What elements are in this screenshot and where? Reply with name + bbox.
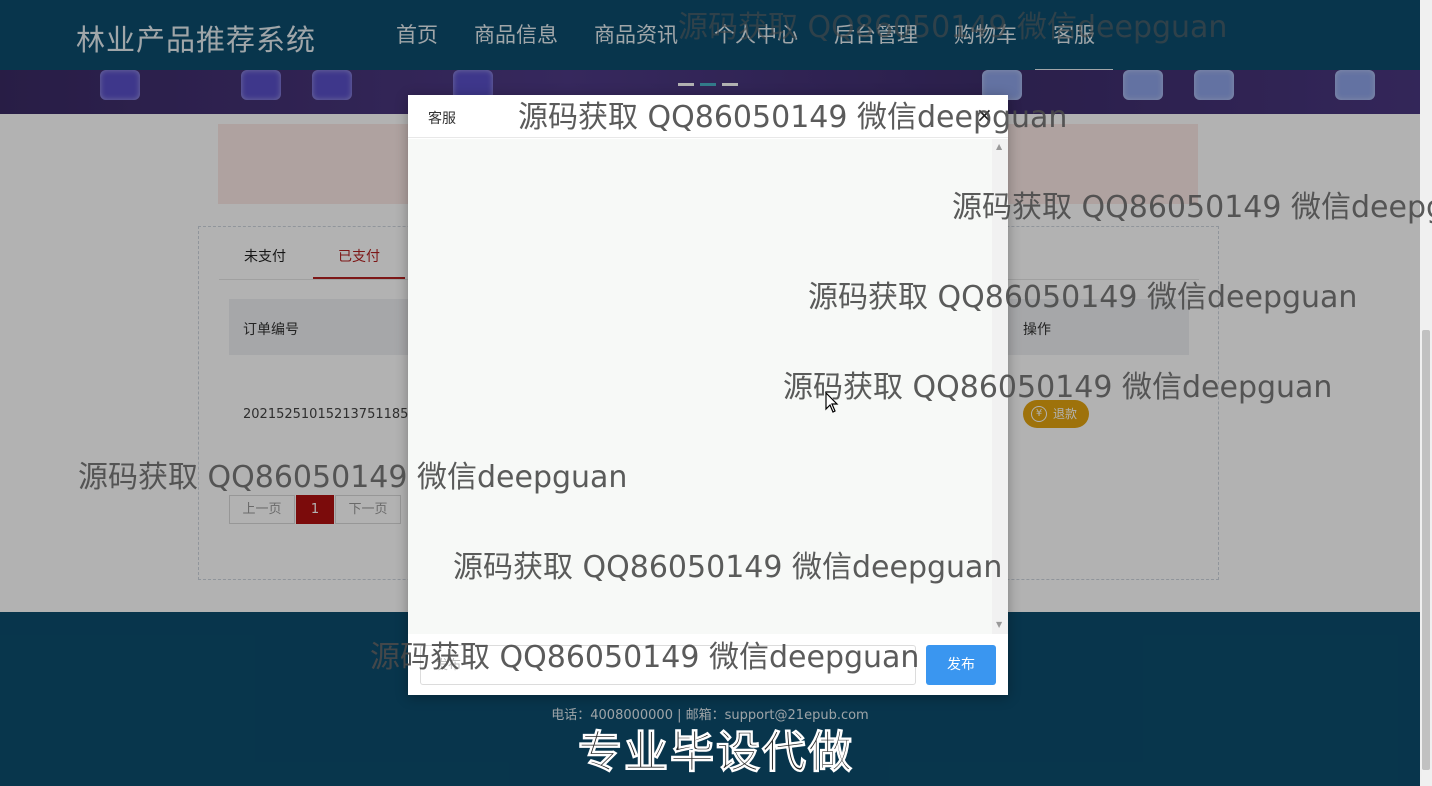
footer-logo-text: 专业毕设代做 — [578, 727, 854, 779]
page-scrollbar[interactable] — [1420, 0, 1432, 786]
watermark-text: 源码获取 QQ86050149 微信deepguan — [678, 10, 1228, 45]
scroll-up-icon[interactable]: ▲ — [996, 142, 1002, 151]
watermark-text: 源码获取 QQ86050149 微信deepguan — [808, 280, 1358, 315]
page-scrollbar-thumb[interactable] — [1422, 330, 1430, 770]
watermark-text: 源码获取 QQ86050149 微信deepguan — [518, 100, 1068, 135]
scroll-down-icon[interactable]: ▼ — [996, 620, 1002, 629]
watermark-text: 源码获取 QQ86050149 微信deepguan — [453, 550, 1003, 585]
watermark-text: 源码获取 QQ86050149 微信deepg — [952, 190, 1432, 225]
dialog-title: 客服 — [428, 111, 456, 127]
watermark-text: 源码获取 QQ86050149 微信deepguan — [370, 640, 920, 675]
send-button[interactable]: 发布 — [926, 645, 996, 685]
watermark-text: 源码获取 QQ86050149 微信deepguan — [783, 370, 1333, 405]
watermark-text: 源码获取 QQ86050149 微信deepguan — [78, 460, 628, 495]
mouse-cursor-icon — [825, 392, 839, 413]
